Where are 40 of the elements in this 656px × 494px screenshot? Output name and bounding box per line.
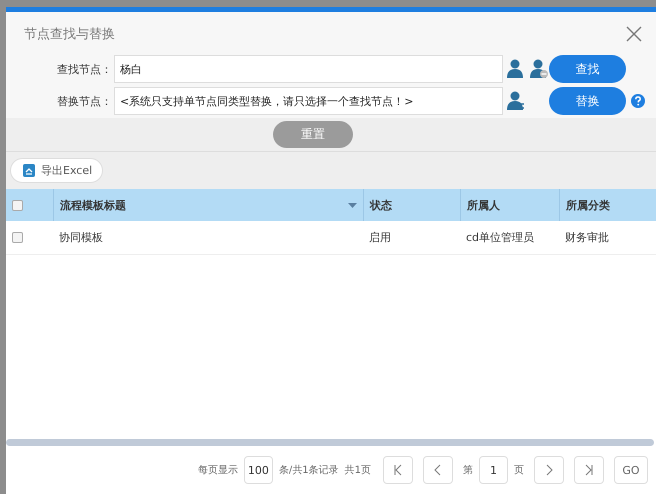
go-button[interactable]: GO (614, 456, 648, 484)
table-cell-text: 协同模板 (58, 230, 104, 246)
help-icon[interactable] (631, 94, 645, 108)
user-group-icon[interactable] (507, 91, 525, 111)
sort-caret-icon[interactable] (348, 202, 357, 208)
user-icon[interactable] (507, 59, 525, 79)
first-page-button[interactable] (383, 456, 413, 484)
column-header: 流程模板标题 (60, 198, 126, 212)
table-cell-text: 启用 (368, 230, 392, 246)
user-remove-icon[interactable] (530, 59, 548, 79)
replace-button[interactable]: 替换 (549, 87, 626, 115)
pager-label: 第 (463, 464, 473, 477)
scrollbar[interactable] (6, 439, 654, 446)
checkbox[interactable] (12, 232, 23, 243)
pager-label: 页 (514, 464, 524, 477)
export-button[interactable]: 导出Excel (10, 158, 104, 183)
column-header: 所属人 (467, 198, 500, 212)
input-field[interactable]: <系统只支持单节点同类型替换，请只选择一个查找节点！> (114, 87, 503, 115)
first-icon (394, 464, 402, 476)
export-icon (23, 164, 35, 177)
field-label: 查找节点： (56, 62, 113, 76)
chevron-right-icon (545, 464, 553, 476)
pager-label: 每页显示 (198, 464, 238, 477)
checkbox[interactable] (12, 200, 23, 210)
column-header: 所属分类 (566, 198, 610, 212)
page-count: 共1页 (344, 464, 371, 477)
input-field[interactable]: 杨白 (114, 55, 503, 83)
table-cell-text: 财务审批 (564, 230, 610, 246)
field-label: 替换节点： (56, 94, 113, 108)
page-size-field[interactable]: 100 (244, 456, 273, 484)
pager-summary: 条/共1条记录 (278, 464, 339, 477)
find-button[interactable]: 查找 (549, 55, 626, 83)
column-header: 状态 (370, 198, 392, 212)
table-cell-text: cd单位管理员 (465, 230, 536, 246)
last-page-button[interactable] (574, 456, 604, 484)
dialog-title: 节点查找与替换 (24, 26, 115, 42)
last-icon (585, 464, 593, 476)
close-icon[interactable] (626, 26, 642, 42)
chevron-left-icon (434, 464, 442, 476)
page-number-field[interactable]: 1 (479, 456, 508, 484)
